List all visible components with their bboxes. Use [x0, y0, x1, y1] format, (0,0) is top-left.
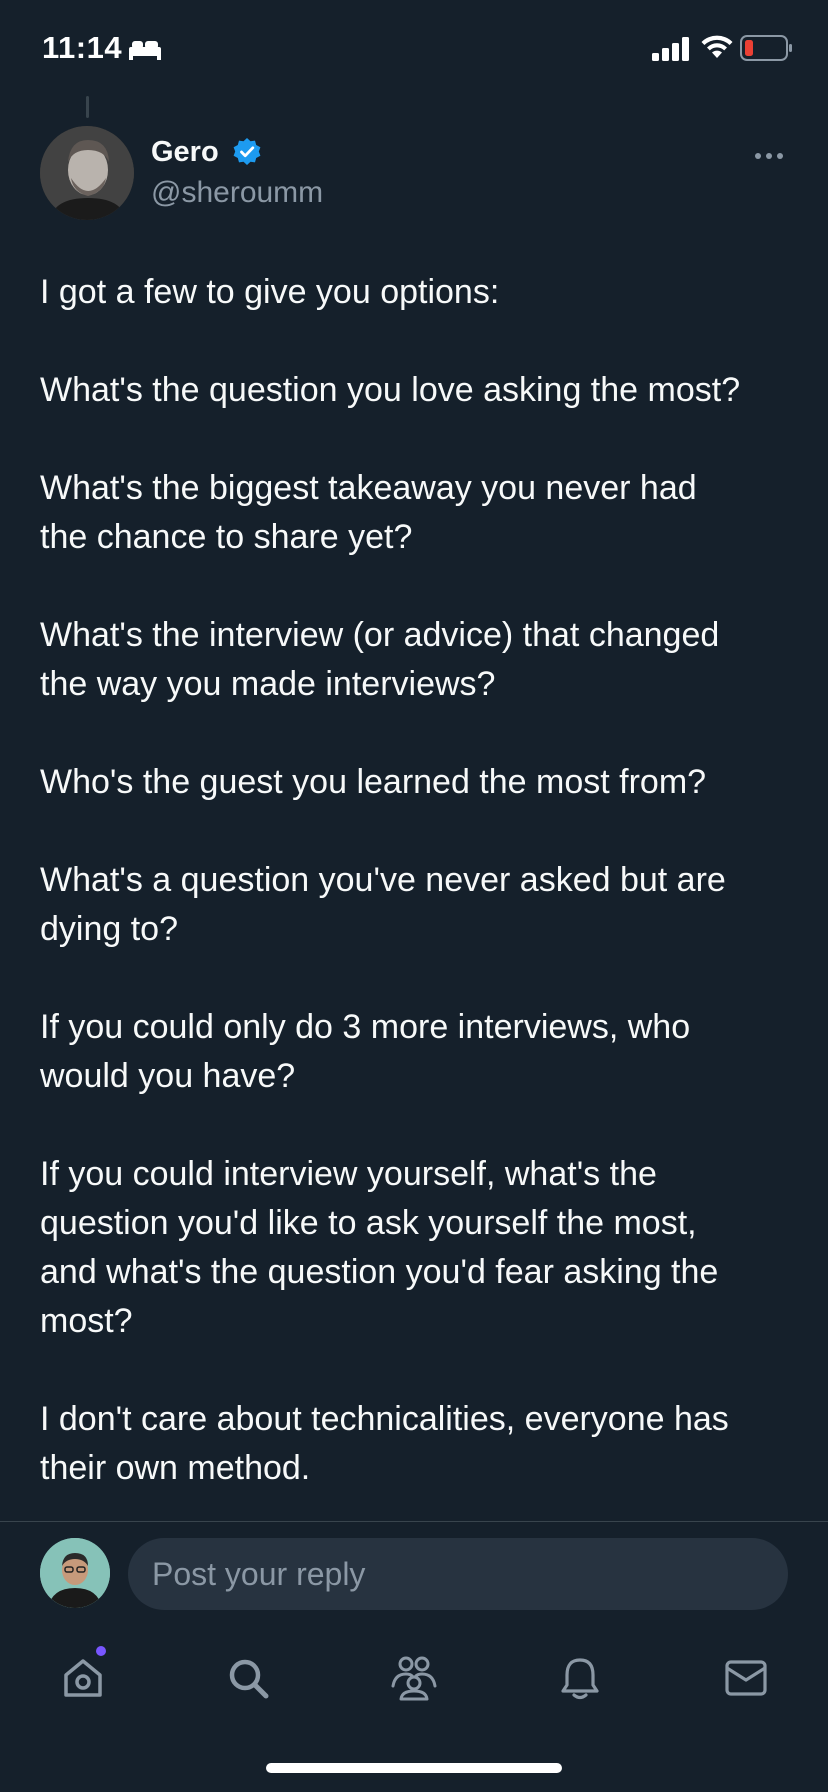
home-indicator[interactable] [266, 1763, 562, 1773]
author-handle[interactable]: @sheroumm [151, 176, 323, 210]
reply-placeholder: Post your reply [152, 1555, 366, 1592]
bottom-tab-bar [0, 1640, 828, 1740]
communities-icon [389, 1655, 439, 1706]
post-paragraph: What's the question you love asking the … [40, 371, 741, 409]
bell-icon [558, 1655, 602, 1706]
tab-communities[interactable] [374, 1640, 454, 1720]
post-paragraph: What's the biggest takeaway you never ha… [40, 469, 697, 556]
reply-input[interactable]: Post your reply [128, 1538, 788, 1610]
home-notification-dot [96, 1646, 106, 1656]
tab-notifications[interactable] [540, 1640, 620, 1720]
post-paragraph: If you could interview yourself, what's … [40, 1155, 719, 1340]
post-paragraph: I don't care about technicalities, every… [40, 1400, 729, 1487]
wifi-icon [700, 34, 734, 65]
post-paragraph: Who's the guest you learned the most fro… [40, 763, 707, 801]
search-icon [225, 1655, 271, 1706]
tab-home[interactable] [43, 1640, 123, 1720]
more-horizontal-icon[interactable] [754, 148, 784, 166]
status-bar: 11:14 [0, 0, 828, 100]
status-time: 11:14 [42, 30, 123, 65]
post-paragraph: What's the interview (or advice) that ch… [40, 616, 720, 703]
author-avatar[interactable] [40, 126, 134, 220]
post-paragraph: What's a question you've never asked but… [40, 861, 726, 948]
author-name[interactable]: Gero [151, 136, 219, 169]
post-body: I got a few to give you options: What's … [40, 268, 800, 1542]
current-user-avatar[interactable] [40, 1538, 110, 1608]
mail-icon [724, 1658, 768, 1703]
bed-icon [128, 38, 162, 65]
tab-messages[interactable] [706, 1640, 786, 1720]
post-paragraph: I got a few to give you options: [40, 273, 500, 311]
cellular-signal-icon [652, 37, 692, 66]
tab-search[interactable] [208, 1640, 288, 1720]
post-paragraph: If you could only do 3 more interviews, … [40, 1008, 691, 1095]
battery-low-icon [740, 35, 794, 66]
verified-badge-icon [232, 137, 262, 172]
reply-divider [0, 1521, 828, 1522]
thread-connector-line [86, 96, 89, 118]
home-icon [60, 1655, 106, 1706]
